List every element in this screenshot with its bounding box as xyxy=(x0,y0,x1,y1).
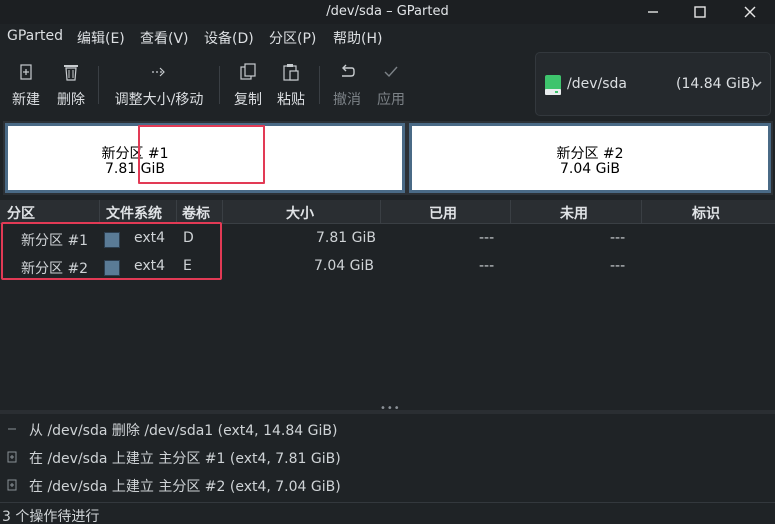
maximize-button[interactable] xyxy=(690,2,710,22)
resize-arrow-icon xyxy=(152,67,165,77)
menu-bar: GParted 编辑(E) 查看(V) 设备(D) 分区(P) 帮助(H) xyxy=(0,24,520,50)
cell-label: D xyxy=(183,230,194,246)
cell-unused: --- xyxy=(610,258,626,274)
partition-size: 7.81 GiB xyxy=(105,161,165,177)
paste-label: 粘贴 xyxy=(277,92,305,108)
copy-icon xyxy=(240,63,256,80)
delete-button[interactable]: 删除 xyxy=(50,56,92,114)
cell-label: E xyxy=(183,258,192,274)
cell-partition: 新分区 #2 xyxy=(21,261,89,277)
menu-edit[interactable]: 编辑(E) xyxy=(77,28,125,48)
toolbar: 新建 删除 调整大小/移动 复制 粘贴 撤消 应用 xyxy=(0,56,530,114)
device-name: /dev/sda xyxy=(567,76,627,92)
paste-button[interactable]: 粘贴 xyxy=(270,56,312,114)
minimize-icon xyxy=(648,11,658,13)
table-row[interactable]: 新分区 #2 ext4 E 7.04 GiB --- --- xyxy=(0,253,775,281)
new-button[interactable]: 新建 xyxy=(5,56,47,114)
device-size: (14.84 GiB) xyxy=(676,76,756,92)
delete-operation-icon xyxy=(8,428,16,430)
device-selector[interactable]: /dev/sda (14.84 GiB) xyxy=(535,52,771,116)
cell-size: 7.04 GiB xyxy=(314,258,374,274)
new-operation-icon xyxy=(7,479,17,491)
toolbar-separator xyxy=(219,66,220,104)
undo-label: 撤消 xyxy=(333,92,361,108)
copy-label: 复制 xyxy=(234,92,262,108)
column-divider xyxy=(380,200,381,224)
col-flags[interactable]: 标识 xyxy=(692,203,720,223)
cell-filesystem: ext4 xyxy=(134,258,166,274)
operation-text: 从 /dev/sda 删除 /dev/sda1 (ext4, 14.84 GiB… xyxy=(29,423,338,439)
trash-icon xyxy=(64,65,78,81)
col-label[interactable]: 卷标 xyxy=(182,203,210,223)
table-header: 分区 文件系统 卷标 大小 已用 未用 标识 xyxy=(0,200,775,224)
menu-help[interactable]: 帮助(H) xyxy=(333,28,382,48)
close-icon xyxy=(744,6,756,18)
operation-item[interactable]: 在 /dev/sda 上建立 主分区 #1 (ext4, 7.81 GiB) xyxy=(0,442,775,470)
partition-name: 新分区 #1 xyxy=(101,146,169,162)
apply-label: 应用 xyxy=(377,92,405,108)
checkmark-icon xyxy=(384,66,398,78)
new-partition-icon xyxy=(20,64,32,80)
menu-partition[interactable]: 分区(P) xyxy=(269,28,316,48)
toolbar-separator xyxy=(319,66,320,104)
col-size[interactable]: 大小 xyxy=(286,203,314,223)
paste-icon xyxy=(283,64,299,81)
status-bar: 3 个操作待进行 xyxy=(0,502,775,524)
copy-button[interactable]: 复制 xyxy=(227,56,269,114)
minimize-button[interactable] xyxy=(643,2,663,22)
cell-size: 7.81 GiB xyxy=(316,230,376,246)
new-operation-icon xyxy=(7,451,17,463)
apply-button[interactable]: 应用 xyxy=(370,56,412,114)
new-label: 新建 xyxy=(12,92,40,108)
cell-unused: --- xyxy=(610,230,626,246)
column-divider xyxy=(510,200,511,224)
menu-view[interactable]: 查看(V) xyxy=(140,28,189,48)
table-row[interactable]: 新分区 #1 ext4 D 7.81 GiB --- --- xyxy=(0,225,775,253)
menu-gparted[interactable]: GParted xyxy=(7,28,63,44)
maximize-icon xyxy=(694,6,706,18)
disk-graphic: 新分区 #1 7.81 GiB 新分区 #2 7.04 GiB xyxy=(0,120,775,198)
partition-size: 7.04 GiB xyxy=(560,161,620,177)
drive-icon xyxy=(545,75,561,95)
column-divider xyxy=(176,200,177,224)
cell-partition: 新分区 #1 xyxy=(21,233,89,249)
column-divider xyxy=(222,200,223,224)
partition-block-1[interactable]: 新分区 #1 7.81 GiB xyxy=(3,121,407,195)
operation-item[interactable]: 从 /dev/sda 删除 /dev/sda1 (ext4, 14.84 GiB… xyxy=(0,414,775,442)
partition-block-2[interactable]: 新分区 #2 7.04 GiB xyxy=(407,121,773,195)
splitter-grip-icon[interactable]: ••• xyxy=(380,403,401,414)
close-button[interactable] xyxy=(740,2,760,22)
undo-button[interactable]: 撤消 xyxy=(326,56,368,114)
title-bar: /dev/sda – GParted xyxy=(0,0,775,24)
delete-label: 删除 xyxy=(57,92,85,108)
cell-filesystem: ext4 xyxy=(134,230,166,246)
partition-name: 新分区 #2 xyxy=(556,146,624,162)
operation-text: 在 /dev/sda 上建立 主分区 #2 (ext4, 7.04 GiB) xyxy=(29,479,341,495)
filesystem-color-swatch xyxy=(104,260,120,276)
undo-icon xyxy=(342,64,355,77)
cell-used: --- xyxy=(479,258,495,274)
col-partition[interactable]: 分区 xyxy=(7,203,35,223)
operation-text: 在 /dev/sda 上建立 主分区 #1 (ext4, 7.81 GiB) xyxy=(29,451,341,467)
col-used[interactable]: 已用 xyxy=(429,203,457,223)
col-unused[interactable]: 未用 xyxy=(560,203,588,223)
chevron-down-icon xyxy=(752,81,762,88)
filesystem-color-swatch xyxy=(104,232,120,248)
cell-used: --- xyxy=(479,230,495,246)
operations-list: 从 /dev/sda 删除 /dev/sda1 (ext4, 14.84 GiB… xyxy=(0,414,775,502)
operation-item[interactable]: 在 /dev/sda 上建立 主分区 #2 (ext4, 7.04 GiB) xyxy=(0,470,775,498)
status-text: 3 个操作待进行 xyxy=(2,509,100,524)
column-divider xyxy=(641,200,642,224)
resize-move-button[interactable]: 调整大小/移动 xyxy=(107,56,211,114)
column-divider xyxy=(99,200,100,224)
menu-device[interactable]: 设备(D) xyxy=(204,28,254,48)
toolbar-separator xyxy=(98,66,99,104)
resize-move-label: 调整大小/移动 xyxy=(114,92,204,108)
partition-table: 分区 文件系统 卷标 大小 已用 未用 标识 新分区 #1 ext4 D 7.8… xyxy=(0,200,775,410)
col-filesystem[interactable]: 文件系统 xyxy=(106,203,162,223)
